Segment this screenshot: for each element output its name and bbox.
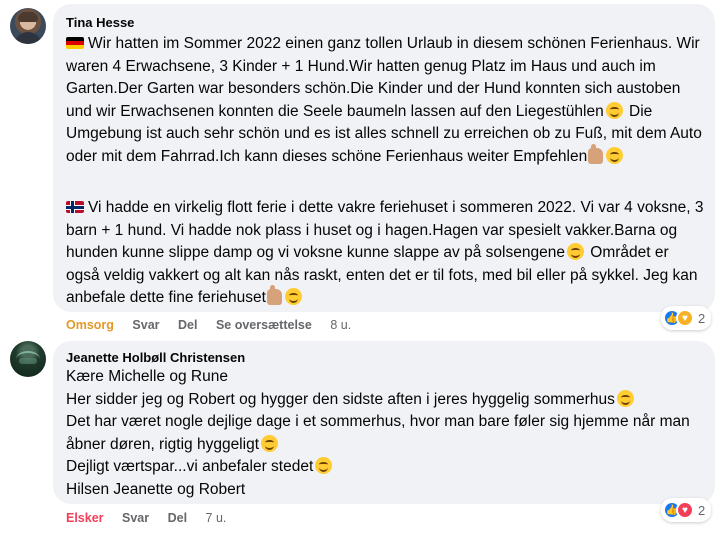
- reaction-count: 2: [698, 502, 706, 518]
- norway-flag-icon: [66, 201, 84, 213]
- comment-author[interactable]: Jeanette Holbøll Christensen: [66, 350, 245, 365]
- reply-button[interactable]: Svar: [122, 511, 149, 525]
- comment-author[interactable]: Tina Hesse: [66, 15, 134, 30]
- care-icon: ♥: [676, 309, 694, 327]
- smile-emoji-icon: [284, 288, 302, 305]
- avatar-logo-bar: [19, 358, 37, 364]
- smile-emoji-icon: [616, 389, 634, 407]
- see-translation-button[interactable]: Se oversættelse: [216, 318, 312, 332]
- smile-emoji-icon: [261, 434, 279, 452]
- smile-emoji-icon: [606, 146, 624, 164]
- love-reaction-button[interactable]: Elsker: [66, 511, 104, 525]
- share-button[interactable]: Del: [178, 318, 197, 332]
- reply-button[interactable]: Svar: [132, 318, 159, 332]
- avatar-body: [14, 32, 42, 44]
- comment-text-german: Wir hatten im Sommer 2022 einen ganz tol…: [66, 35, 702, 165]
- comment-text-danish: Kære Michelle og Rune Her sidder jeg og …: [66, 368, 690, 498]
- avatar-tina-hesse[interactable]: [10, 8, 46, 44]
- reaction-count: 2: [698, 310, 706, 326]
- share-button[interactable]: Del: [168, 511, 187, 525]
- thumbs-up-emoji-icon: [266, 285, 282, 305]
- comment-timestamp[interactable]: 7 u.: [206, 511, 227, 525]
- avatar-jeanette-holboll-christensen[interactable]: [10, 341, 46, 377]
- comment-timestamp[interactable]: 8 u.: [330, 318, 351, 332]
- avatar-hair: [18, 12, 38, 22]
- reaction-summary[interactable]: 👍 ♥ 2: [661, 498, 712, 522]
- reaction-summary[interactable]: 👍 ♥ 2: [661, 306, 712, 330]
- thumbs-up-emoji-icon: [588, 143, 604, 164]
- care-reaction-button[interactable]: Omsorg: [66, 318, 114, 332]
- comment-text-norwegian: Vi hadde en virkelig flott ferie i dette…: [66, 199, 704, 306]
- smile-emoji-icon: [315, 457, 333, 474]
- smile-emoji-icon: [566, 243, 584, 260]
- germany-flag-icon: [66, 37, 84, 49]
- comment-actions: Omsorg Svar Del Se oversættelse 8 u.: [66, 318, 366, 332]
- smile-emoji-icon: [605, 101, 623, 119]
- love-icon: ♥: [676, 501, 694, 519]
- comment-actions: Elsker Svar Del 7 u.: [66, 511, 241, 525]
